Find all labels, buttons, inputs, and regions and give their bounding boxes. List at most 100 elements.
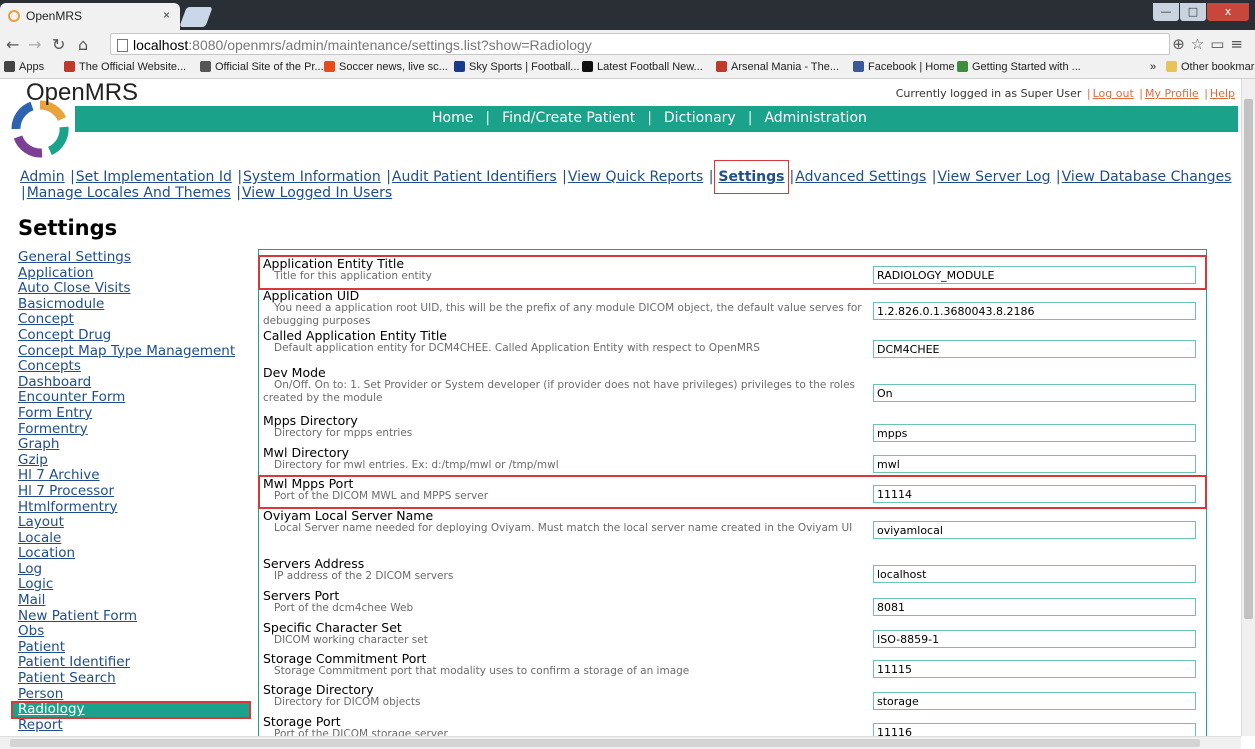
sidebar-item-radiology[interactable]: Radiology [11,701,251,719]
bookmark-item[interactable]: The Official Website... [64,61,186,73]
other-bookmarks-folder[interactable]: Other bookmarks [1166,61,1255,73]
bookmark-item[interactable]: Sky Sports | Football... [454,61,579,73]
nav-home[interactable]: Home [420,110,485,126]
bookmark-apps[interactable]: Apps [4,61,44,73]
cast-icon[interactable]: ▭ [1210,35,1230,53]
home-icon[interactable]: ⌂ [78,35,88,54]
sidebar-item-patient-identifier[interactable]: Patient Identifier [18,655,258,671]
horizontal-scrollbar[interactable] [0,736,1241,749]
view-quick-reports-link[interactable]: View Quick Reports [568,169,703,185]
sidebar-item-log[interactable]: Log [18,561,258,578]
sidebar-item-patient-search[interactable]: Patient Search [18,670,258,687]
back-arrow-icon[interactable]: ← [6,35,19,54]
settings-link[interactable]: Settings [714,160,789,194]
sidebar-item-htmlformentry[interactable]: Htmlformentry [18,499,258,516]
nav-find-create-patient[interactable]: Find/Create Patient [490,110,647,126]
scroll-thumb[interactable] [10,739,1200,747]
setting-value-input[interactable] [873,266,1196,284]
news-icon [582,61,593,72]
browser-tab[interactable]: OpenMRS × [0,3,180,30]
sidebar-item-basicmodule[interactable]: Basicmodule [18,296,258,313]
sidebar-item-new-patient-form[interactable]: New Patient Form [18,608,258,625]
reload-icon[interactable]: ↻ [52,35,65,54]
setting-value-input[interactable] [873,424,1196,442]
sidebar-item-graph[interactable]: Graph [18,437,258,453]
sidebar-item-hl-7-processor[interactable]: Hl 7 Processor [18,483,258,500]
setting-value-input[interactable] [873,692,1196,710]
star-icon[interactable]: ☆ [1191,35,1210,53]
sidebar-item-application[interactable]: Application [18,265,258,282]
sidebar-item-auto-close-visits[interactable]: Auto Close Visits [18,281,258,297]
setting-name: Specific Character Set [263,620,402,635]
bookmark-item[interactable]: Getting Started with ... [957,61,1081,73]
address-bar[interactable]: localhost:8080/openmrs/admin/maintenance… [110,33,1170,55]
setting-value-input[interactable] [873,660,1196,678]
folder-icon [1166,61,1177,72]
sidebar-item-obs[interactable]: Obs [18,624,258,640]
sidebar-item-mail[interactable]: Mail [18,592,258,609]
sidebar-item-patient[interactable]: Patient [18,639,258,656]
sidebar-item-formentry[interactable]: Formentry [18,421,258,438]
sidebar-item-locale[interactable]: Locale [18,530,258,547]
sidebar-item-concept-map-type-management[interactable]: Concept Map Type Management [18,343,258,360]
setting-value-input[interactable] [873,630,1196,648]
sidebar-item-gzip[interactable]: Gzip [18,452,258,469]
scroll-thumb[interactable] [1244,99,1253,619]
setting-value-input[interactable] [873,723,1196,736]
setting-row: Dev Mode On/Off. On to: 1. Set Provider o… [259,365,1206,413]
sidebar-item-concept[interactable]: Concept [18,312,258,328]
setting-value-input[interactable] [873,521,1196,539]
bookmark-item[interactable]: Soccer news, live sc... [324,61,448,73]
maximize-button[interactable]: □ [1180,3,1206,21]
sidebar-item-concepts[interactable]: Concepts [18,359,258,375]
view-server-log-link[interactable]: View Server Log [937,169,1050,185]
set-implementation-id-link[interactable]: Set Implementation Id [76,169,232,185]
setting-value-input[interactable] [873,384,1196,402]
view-database-changes-link[interactable]: View Database Changes [1062,169,1232,185]
admin-link[interactable]: Admin [20,169,65,185]
facebook-icon [853,61,864,72]
setting-value-input[interactable] [873,340,1196,358]
sidebar-item-logic[interactable]: Logic [18,577,258,593]
logout-link[interactable]: Log out [1093,87,1134,100]
bookmark-item[interactable]: Latest Football New... [582,61,703,73]
more-bookmarks-button[interactable]: » [1150,61,1156,73]
help-link[interactable]: Help [1210,87,1235,100]
setting-value-input[interactable] [873,598,1196,616]
audit-patient-identifiers-link[interactable]: Audit Patient Identifiers [392,169,557,185]
advanced-settings-link[interactable]: Advanced Settings [795,169,926,185]
setting-name: Dev Mode [263,365,326,380]
system-information-link[interactable]: System Information [243,169,381,185]
sidebar-item-location[interactable]: Location [18,546,258,562]
sidebar-item-hl-7-archive[interactable]: Hl 7 Archive [18,468,258,484]
nav-administration[interactable]: Administration [752,110,878,126]
tab-close-icon[interactable]: × [163,8,170,22]
zoom-icon[interactable]: ⊕ [1172,35,1191,53]
setting-description: Title for this application entity [274,270,432,282]
menu-icon[interactable]: ≡ [1230,35,1249,53]
setting-value-input[interactable] [873,485,1196,503]
setting-value-input[interactable] [873,302,1196,320]
view-logged-in-users-link[interactable]: View Logged In Users [242,185,392,201]
sidebar-item-form-entry[interactable]: Form Entry [18,405,258,422]
forward-arrow-icon[interactable]: → [28,35,41,54]
vertical-scrollbar[interactable] [1241,79,1255,736]
sidebar-item-person[interactable]: Person [18,686,258,703]
bookmark-item[interactable]: Official Site of the Pr... [200,61,324,73]
close-window-button[interactable]: x [1207,3,1249,21]
sidebar-item-general-settings[interactable]: General Settings [18,249,258,266]
bookmark-item[interactable]: Arsenal Mania - The... [716,61,839,73]
manage-locales-themes-link[interactable]: Manage Locales And Themes [27,185,231,201]
setting-value-input[interactable] [873,565,1196,583]
sidebar-item-encounter-form[interactable]: Encounter Form [18,390,258,406]
my-profile-link[interactable]: My Profile [1145,87,1199,100]
setting-value-input[interactable] [873,455,1196,473]
sidebar-item-report[interactable]: Report [18,717,258,734]
sidebar-item-layout[interactable]: Layout [18,514,258,531]
new-tab-button[interactable] [179,7,213,27]
nav-dictionary[interactable]: Dictionary [652,110,748,126]
sidebar-item-dashboard[interactable]: Dashboard [18,374,258,391]
sidebar-item-concept-drug[interactable]: Concept Drug [18,327,258,344]
bookmark-item[interactable]: Facebook | Home [853,61,955,73]
minimize-button[interactable]: — [1153,3,1179,21]
